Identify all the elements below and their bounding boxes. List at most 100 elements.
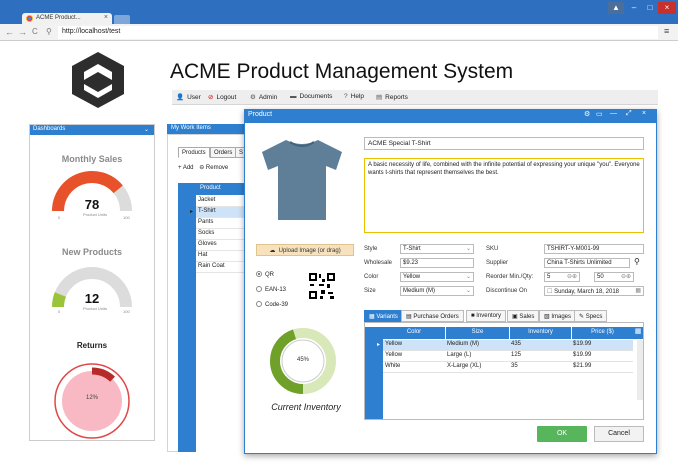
monthly-sales-value: 78 xyxy=(84,197,100,212)
table-row[interactable]: Yellow Medium (M) 435 $19.99 xyxy=(383,340,633,351)
browser-menu-icon[interactable]: ≡ xyxy=(664,26,669,36)
tab-sales[interactable]: ▣ Sales xyxy=(507,310,540,322)
reorder-min-stepper[interactable]: 5 ⊖⊕ xyxy=(544,272,580,282)
calendar-icon[interactable]: ▦ xyxy=(635,287,641,294)
close-icon[interactable]: × xyxy=(642,110,646,117)
forward-icon[interactable]: → xyxy=(18,27,27,37)
menu-documents[interactable]: ▬ Documents xyxy=(290,93,332,100)
menu-reports[interactable]: ▤ Reports xyxy=(376,93,408,101)
style-label: Style xyxy=(364,246,378,252)
url-input[interactable]: http://localhost/test xyxy=(58,26,658,39)
close-window-icon[interactable]: × xyxy=(658,2,676,14)
table-row[interactable]: White X-Large (XL) 35 $21.99 xyxy=(383,362,633,373)
menu-user[interactable]: 👤 User xyxy=(176,93,201,101)
barcode-option-code39[interactable]: Code-39 xyxy=(256,301,288,308)
tab-specs[interactable]: ✎ Specs xyxy=(574,310,608,322)
table-row[interactable]: Yellow Large (L) 125 $19.99 xyxy=(383,351,633,362)
dashboard-panel: Dashboards ⌄ Monthly Sales 78 Product Uni… xyxy=(29,124,155,441)
reload-icon[interactable]: C xyxy=(32,27,38,36)
size-select[interactable]: Medium (M) ⌄ xyxy=(400,286,474,296)
gauge-max: 100 xyxy=(123,309,130,314)
variants-col-size[interactable]: Size xyxy=(445,327,509,339)
remove-button[interactable]: ⊖ Remove xyxy=(199,165,228,171)
tab-purchase-orders[interactable]: ▤ Purchase Orders xyxy=(401,310,464,322)
menu-admin[interactable]: ⚙ Admin xyxy=(250,93,277,101)
reorder-qty-stepper[interactable]: 50 ⊖⊕ xyxy=(594,272,634,282)
logout-icon: ⊘ xyxy=(208,94,214,101)
app-title: ACME Product Management System xyxy=(170,60,514,83)
wholesale-input[interactable]: $9.23 xyxy=(400,258,474,268)
upload-image-button[interactable]: ☁ Upload Image (or drag) xyxy=(256,244,354,256)
wholesale-label: Wholesale xyxy=(364,260,393,266)
search-icon[interactable]: ⚲ xyxy=(634,257,640,266)
dashboard-header[interactable]: Dashboards ⌄ xyxy=(30,125,154,135)
menu-logout[interactable]: ⊘ Logout xyxy=(208,93,236,101)
maximize-icon[interactable]: □ xyxy=(642,2,658,14)
color-select[interactable]: Yellow ⌄ xyxy=(400,272,474,282)
description-textarea[interactable]: A basic necessity of life, combined with… xyxy=(364,158,644,233)
barcode-option-qr[interactable]: QR xyxy=(256,271,274,278)
discontinue-date-picker[interactable]: ☐ Sunday, March 18, 2018 ▦ xyxy=(544,286,644,296)
tab-orders[interactable]: Orders xyxy=(210,147,237,158)
discontinue-label: Discontinue On xyxy=(486,288,528,294)
row-indicator-icon: ▸ xyxy=(377,342,381,348)
chevron-down-icon[interactable]: ⌄ xyxy=(144,126,149,133)
returns-value: 12% xyxy=(85,395,98,401)
tab-products[interactable]: Products xyxy=(178,147,210,158)
barcode-option-ean13[interactable]: EAN-13 xyxy=(256,286,286,293)
maximize-icon[interactable]: ⤢ xyxy=(626,110,632,118)
new-products-sub: Product Units xyxy=(83,306,108,311)
add-button[interactable]: + Add xyxy=(178,165,194,171)
stepper-icon[interactable]: ⊖⊕ xyxy=(621,273,631,280)
variants-col-inventory[interactable]: Inventory xyxy=(509,327,571,339)
qr-code-icon xyxy=(308,272,336,300)
current-inventory-label: Current Inventory xyxy=(271,402,341,412)
tab-variants[interactable]: ▦ Variants xyxy=(364,310,403,322)
variants-col-color[interactable]: Color xyxy=(383,327,445,339)
back-icon[interactable]: ← xyxy=(5,27,14,37)
pencil-icon: ✎ xyxy=(579,314,585,320)
address-bar: ← → C ⚲ http://localhost/test ≡ xyxy=(0,24,678,41)
tab-images[interactable]: ▧ Images xyxy=(539,310,577,322)
supplier-input[interactable]: China T-Shirts Unlimited xyxy=(544,258,630,268)
gauge-min: 0 xyxy=(58,215,61,220)
close-tab-icon[interactable]: × xyxy=(104,14,108,21)
product-name-input[interactable]: ACME Special T-Shirt xyxy=(364,137,644,150)
variants-col-price[interactable]: Price ($) xyxy=(571,327,633,339)
style-select[interactable]: T-Shirt ⌄ xyxy=(400,244,474,254)
gauge-min: 0 xyxy=(58,309,61,314)
stepper-icon[interactable]: ⊖⊕ xyxy=(567,273,577,280)
scrollbar[interactable] xyxy=(637,340,643,400)
checkbox-icon[interactable]: ☐ xyxy=(547,289,552,295)
monthly-sales-sub: Product Units xyxy=(83,212,108,217)
comment-icon[interactable]: ▭ xyxy=(596,110,603,118)
sku-input[interactable]: TSHIRT-Y-M001-99 xyxy=(544,244,644,254)
gear-icon: ⚙ xyxy=(250,94,256,101)
main-menu: 👤 User ⊘ Logout ⚙ Admin ▬ Documents ? Help ▤ R… xyxy=(172,90,658,105)
menu-help[interactable]: ? Help xyxy=(344,93,364,100)
browser-tab[interactable]: ACME Product... × xyxy=(22,13,112,24)
cart-icon: ▣ xyxy=(512,314,518,320)
row-indicator-icon: ▸ xyxy=(190,209,194,215)
chevron-down-icon: ⌄ xyxy=(465,274,471,280)
user-icon: 👤 xyxy=(176,94,185,101)
tab-inventory[interactable]: ■ Inventory xyxy=(466,310,506,322)
ok-button[interactable]: OK xyxy=(537,426,587,442)
acme-logo xyxy=(72,52,124,108)
minimize-icon[interactable]: – xyxy=(626,2,642,14)
profile-icon[interactable]: ▲ xyxy=(608,2,624,14)
inventory-percent: 45% xyxy=(296,357,309,363)
work-items-header: My Work Items xyxy=(167,124,252,134)
settings-icon[interactable]: ⚙ xyxy=(584,110,590,118)
column-chooser-icon[interactable]: ▦ xyxy=(633,327,643,339)
color-label: Color xyxy=(364,274,379,280)
sku-label: SKU xyxy=(486,246,499,252)
cancel-button[interactable]: Cancel xyxy=(594,426,644,442)
chrome-favicon-icon xyxy=(26,15,33,22)
minimize-icon[interactable]: — xyxy=(610,110,617,117)
new-products-value: 12 xyxy=(84,291,100,306)
row-header-column xyxy=(365,327,383,419)
product-dialog-header: Product ⚙ ▭ — ⤢ × xyxy=(244,109,657,123)
grid-icon: ▦ xyxy=(369,314,375,320)
new-tab-button[interactable] xyxy=(114,15,130,24)
